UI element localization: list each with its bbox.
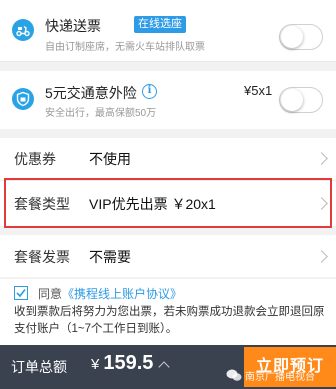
express-toggle[interactable] [279, 24, 323, 50]
agreement-prefix: 同意 [38, 287, 63, 301]
express-subtitle: 自由订制座席，无需火车站排队取票 [45, 42, 205, 53]
coupon-value: 不使用 [89, 151, 131, 167]
invoice-row[interactable]: 套餐发票 不需要 [0, 235, 336, 277]
express-title: 快递送票 [45, 18, 101, 34]
shield-icon [12, 88, 34, 110]
chevron-up-icon[interactable] [158, 361, 170, 373]
info-icon[interactable]: i [142, 84, 157, 99]
agreement-text: 同意《携程线上账户协议》 [38, 285, 182, 302]
watermark: 南京广播电视台 [226, 365, 315, 385]
insurance-subtitle: 安全出行，最高保额50万 [45, 108, 157, 119]
invoice-value: 不需要 [89, 249, 131, 265]
watermark-text: 南京广播电视台 [245, 371, 315, 383]
online-seat-tag: 在线选座 [134, 16, 186, 33]
toggle-knob [281, 89, 303, 111]
chevron-right-icon [315, 250, 328, 263]
delivery-scooter-icon [12, 19, 34, 41]
highlight-box [4, 178, 332, 228]
total-amount: 159.5 [103, 352, 154, 374]
toggle-knob [281, 26, 303, 48]
wechat-icon [226, 369, 242, 381]
chevron-right-icon [315, 152, 328, 165]
agree-checkbox[interactable] [14, 286, 28, 300]
total-price[interactable]: ¥159.5 [91, 352, 153, 375]
insurance-title: 5元交通意外险 [45, 85, 137, 101]
currency-symbol: ¥ [91, 356, 100, 373]
coupon-label: 优惠券 [14, 151, 56, 167]
agreement-section: 同意《携程线上账户协议》 收到票款后将努力为您出票，若未购票成功退款会立即退回原… [0, 279, 336, 345]
invoice-label: 套餐发票 [14, 249, 70, 265]
checkmark-icon [16, 289, 26, 298]
coupon-row[interactable]: 优惠券 不使用 [0, 138, 336, 180]
total-label: 订单总额 [11, 359, 67, 375]
insurance-toggle[interactable] [279, 87, 323, 113]
insurance-price: ¥5x1 [244, 83, 273, 98]
express-delivery-row: 快递送票 在线选座 自由订制座席，无需火车站排队取票 [0, 0, 336, 62]
agreement-link[interactable]: 《携程线上账户协议》 [62, 287, 182, 301]
refund-note: 收到票款后将努力为您出票，若未购票成功退款会立即退回原支付账户（1~7个工作日到… [14, 306, 325, 335]
